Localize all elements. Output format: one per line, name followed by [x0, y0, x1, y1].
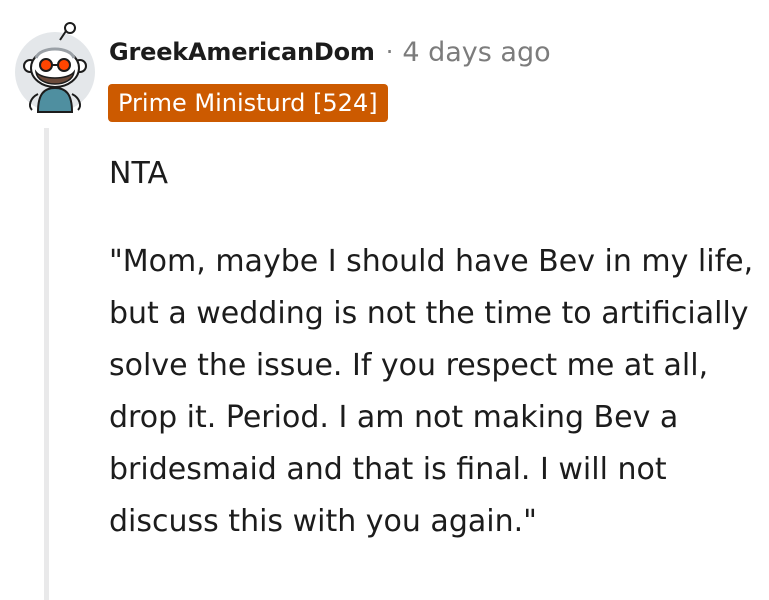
avatar[interactable]: [14, 22, 96, 114]
thread-line[interactable]: [44, 128, 49, 600]
comment-paragraph: "Mom, maybe I should have Bev in my life…: [109, 244, 754, 539]
username-link[interactable]: GreekAmericanDom: [109, 38, 375, 66]
comment-header: GreekAmericanDom · 4 days ago: [109, 34, 551, 70]
timestamp[interactable]: 4 days ago: [402, 37, 550, 68]
comment: GreekAmericanDom · 4 days ago Prime Mini…: [0, 0, 769, 600]
meta-separator: ·: [385, 38, 394, 66]
comment-paragraph: NTA: [109, 156, 168, 191]
comment-body: NTA "Mom, maybe I should have Bev in my …: [109, 148, 759, 548]
snoo-avatar-icon: [15, 22, 95, 113]
user-flair-badge: Prime Ministurd [524]: [108, 84, 388, 122]
